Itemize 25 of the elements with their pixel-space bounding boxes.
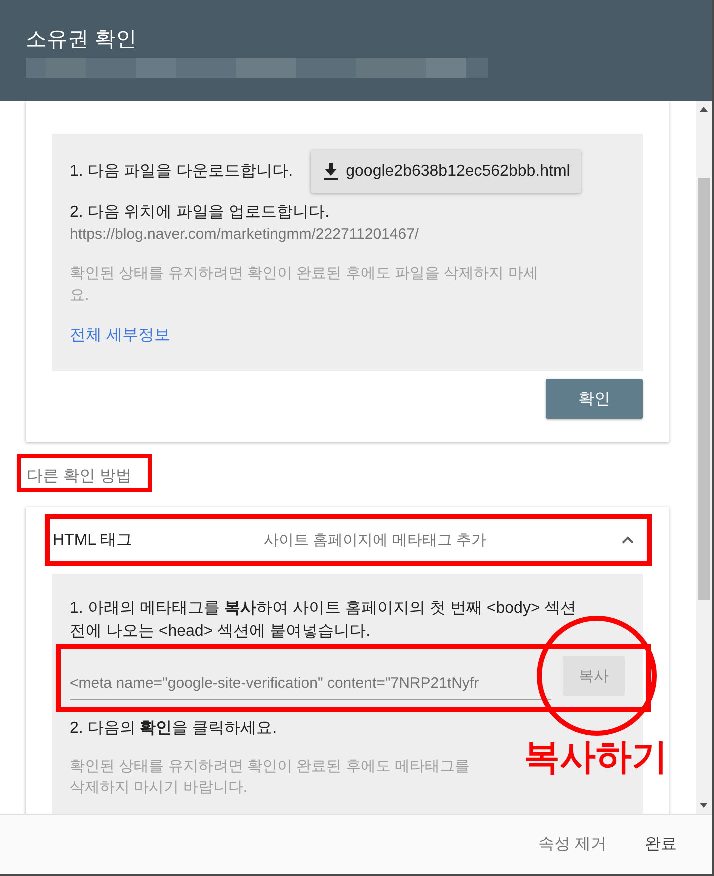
download-button[interactable]: google2b638b12ec562bbb.html bbox=[311, 150, 582, 193]
meta-tag-field[interactable]: <meta name="google-site-verification" content="7NRP21tNyfr bbox=[70, 656, 551, 700]
scrollbar[interactable] bbox=[696, 101, 712, 814]
method-title: HTML 태그 bbox=[53, 530, 134, 550]
scrollbar-thumb[interactable] bbox=[698, 178, 710, 600]
secondary-button[interactable]: 속성 제거 bbox=[522, 826, 623, 863]
note-text: 확인된 상태를 유지하려면 확인이 완료된 후에도 메타태그를 삭제하지 마시기 바랍니다. bbox=[70, 757, 472, 798]
callout-text: 복사하기 bbox=[524, 738, 668, 776]
section-heading: 다른 확인 방법 bbox=[27, 468, 132, 485]
method-description: 사이트 홈페이지에 메타태그 추가 bbox=[264, 530, 488, 550]
down-arrow-icon[interactable] bbox=[700, 803, 708, 808]
step-text: 1. 다음 파일을 다운로드합니다. bbox=[70, 162, 294, 182]
note-text: 확인된 상태를 유지하려면 확인이 완료된 후에도 파일을 삭제하지 마세요. bbox=[70, 264, 540, 306]
copy-button[interactable]: 복사 bbox=[563, 656, 625, 696]
step-text: 2. 다음 위치에 파일을 업로드합니다. bbox=[70, 203, 331, 223]
dialog-title: 소유권 확인 bbox=[26, 27, 138, 53]
download-icon bbox=[324, 163, 338, 180]
primary-button[interactable]: 완료 bbox=[629, 826, 693, 863]
file-url: https://blog.naver.com/marketingmm/222711201467/ bbox=[70, 225, 420, 245]
up-arrow-icon[interactable] bbox=[700, 107, 708, 112]
confirm-button[interactable]: 확인 bbox=[546, 379, 643, 419]
chevron-up-icon[interactable] bbox=[622, 536, 634, 544]
step-text: 2. 다음의 확인을 클릭하세요. bbox=[70, 719, 278, 739]
step-text: 1. 아래의 메타태그를 복사하여 사이트 홈페이지의 첫 번째 <body> 섹션 전에 나오는 <head> 섹션에 붙여넣습니다. bbox=[70, 599, 578, 642]
details-link[interactable]: 전체 세부정보 bbox=[70, 327, 170, 344]
